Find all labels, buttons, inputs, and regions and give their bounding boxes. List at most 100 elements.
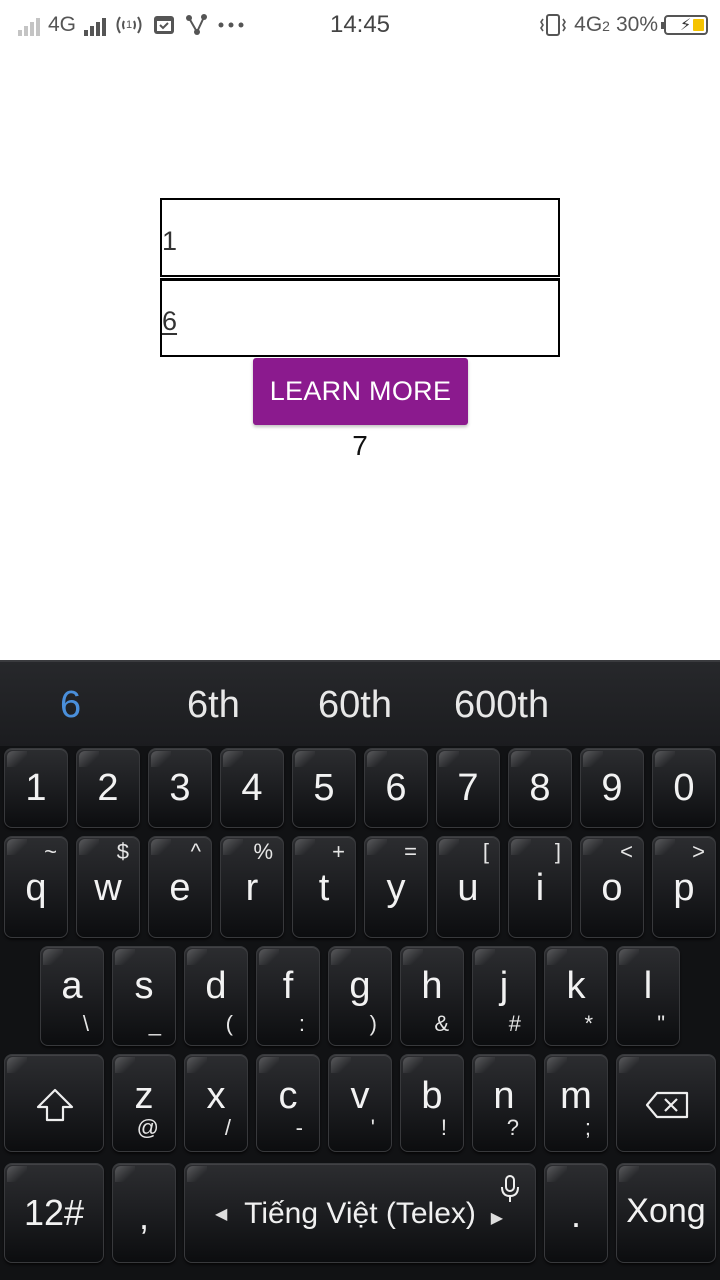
key-i[interactable]: i] <box>508 836 572 938</box>
key-0[interactable]: 0 <box>652 748 716 828</box>
key-x[interactable]: x / <box>184 1054 248 1152</box>
key-c[interactable]: c- <box>256 1054 320 1152</box>
key-t[interactable]: t + <box>292 836 356 938</box>
vibrate-icon <box>540 14 567 36</box>
key-w[interactable]: w $ <box>76 836 140 938</box>
key-1-label: 1 <box>25 767 47 809</box>
key-6[interactable]: 6 <box>364 748 428 828</box>
done-key[interactable]: Xong <box>616 1163 716 1263</box>
first-number-field[interactable]: 1 <box>160 198 560 277</box>
key-o[interactable]: o < <box>580 836 644 938</box>
key-4[interactable]: 4 <box>220 748 284 828</box>
first-number-value: 1 <box>162 226 178 256</box>
key-u[interactable]: u[ <box>436 836 500 938</box>
key-7[interactable]: 7 <box>436 748 500 828</box>
learn-more-button[interactable]: LEARN MORE <box>253 358 468 425</box>
symbols-key[interactable]: 12# <box>4 1163 104 1263</box>
key-9[interactable]: 9 <box>580 748 644 828</box>
key-t-secondary-label: + <box>332 839 345 864</box>
key-i-secondary-label: ] <box>554 839 561 864</box>
key-8[interactable]: 8 <box>508 748 572 828</box>
key-m-label: m <box>560 1075 592 1117</box>
key-q-secondary-label: ~ <box>44 839 57 864</box>
suggestion-4[interactable]: 600th <box>454 684 549 727</box>
network-type-label-2: 4G2 <box>574 13 610 36</box>
key-t-label: t <box>318 867 330 909</box>
key-p[interactable]: p > <box>652 836 716 938</box>
arrow-right-icon: ▶ <box>490 1210 503 1227</box>
key-d[interactable]: d( <box>184 946 248 1046</box>
suggestion-1[interactable]: 6 <box>60 684 81 727</box>
key-0-label: 0 <box>673 767 695 809</box>
key-j[interactable]: j # <box>472 946 536 1046</box>
key-r[interactable]: r% <box>220 836 284 938</box>
key-k[interactable]: k * <box>544 946 608 1046</box>
key-q-label: q <box>25 867 47 909</box>
key-l-secondary-label: " <box>657 1011 665 1036</box>
key-2[interactable]: 2 <box>76 748 140 828</box>
key-o-secondary-label: < <box>620 839 633 864</box>
key-a[interactable]: a \ <box>40 946 104 1046</box>
key-x-secondary-label: / <box>224 1115 231 1140</box>
key-m-secondary-label: ; <box>584 1115 591 1140</box>
key-g[interactable]: g) <box>328 946 392 1046</box>
second-number-field[interactable]: 6 <box>160 278 560 357</box>
key-5[interactable]: 5 <box>292 748 356 828</box>
key-m[interactable]: m; <box>544 1054 608 1152</box>
key-7-label: 7 <box>457 767 479 809</box>
key-4-label: 4 <box>241 767 263 809</box>
key-3[interactable]: 3 <box>148 748 212 828</box>
key-h[interactable]: h & <box>400 946 464 1046</box>
space-bar[interactable]: ◀ Tiếng Việt (Telex) ▶ <box>184 1163 536 1263</box>
key-v[interactable]: v ' <box>328 1054 392 1152</box>
suggestion-2[interactable]: 6th <box>187 684 240 727</box>
key-v-secondary-label: ' <box>370 1115 375 1140</box>
key-z[interactable]: z @ <box>112 1054 176 1152</box>
key-s[interactable]: s _ <box>112 946 176 1046</box>
result-text: 7 <box>352 430 368 461</box>
key-1[interactable]: 1 <box>4 748 68 828</box>
period-key[interactable]: . <box>544 1163 608 1263</box>
key-n[interactable]: n? <box>472 1054 536 1152</box>
key-h-label: h <box>421 965 443 1007</box>
key-e[interactable]: e ^ <box>148 836 212 938</box>
key-b[interactable]: b! <box>400 1054 464 1152</box>
key-9-label: 9 <box>601 767 623 809</box>
shift-icon <box>36 1088 74 1122</box>
key-6-label: 6 <box>385 767 407 809</box>
key-f-secondary-label: : <box>298 1011 305 1036</box>
key-h-secondary-label: & <box>434 1011 449 1036</box>
key-f[interactable]: f: <box>256 946 320 1046</box>
key-x-label: x <box>206 1075 226 1117</box>
key-w-secondary-label: $ <box>116 839 129 864</box>
shift-key[interactable] <box>4 1054 104 1152</box>
key-a-secondary-label: \ <box>82 1011 89 1036</box>
battery-icon: ⚡ <box>661 15 708 35</box>
key-j-secondary-label: # <box>508 1011 521 1036</box>
key-2-label: 2 <box>97 767 119 809</box>
key-q[interactable]: q ~ <box>4 836 68 938</box>
period-key-label: . <box>570 1194 581 1235</box>
key-z-secondary-label: @ <box>136 1115 159 1140</box>
key-v-label: v <box>350 1075 370 1117</box>
key-y-label: y <box>386 867 406 909</box>
key-l[interactable]: l " <box>616 946 680 1046</box>
key-c-label: c <box>278 1075 298 1117</box>
space-bar-label: Tiếng Việt (Telex) <box>244 1197 476 1230</box>
battery-percent: 30% <box>615 13 658 36</box>
key-y[interactable]: y = <box>364 836 428 938</box>
comma-key[interactable]: , <box>112 1163 176 1263</box>
key-e-secondary-label: ^ <box>190 839 201 864</box>
status-bar: 4G 1 14:45 4G2 30% ⚡ <box>0 0 720 50</box>
key-8-label: 8 <box>529 767 551 809</box>
key-b-secondary-label: ! <box>440 1115 447 1140</box>
key-o-label: o <box>601 867 623 909</box>
key-y-secondary-label: = <box>404 839 417 864</box>
key-k-label: k <box>566 965 586 1007</box>
backspace-key[interactable] <box>616 1054 716 1152</box>
key-l-label: l <box>643 965 653 1007</box>
key-p-label: p <box>673 867 695 909</box>
suggestion-3[interactable]: 60th <box>318 684 392 727</box>
key-g-label: g <box>349 965 371 1007</box>
key-k-secondary-label: * <box>584 1011 593 1036</box>
